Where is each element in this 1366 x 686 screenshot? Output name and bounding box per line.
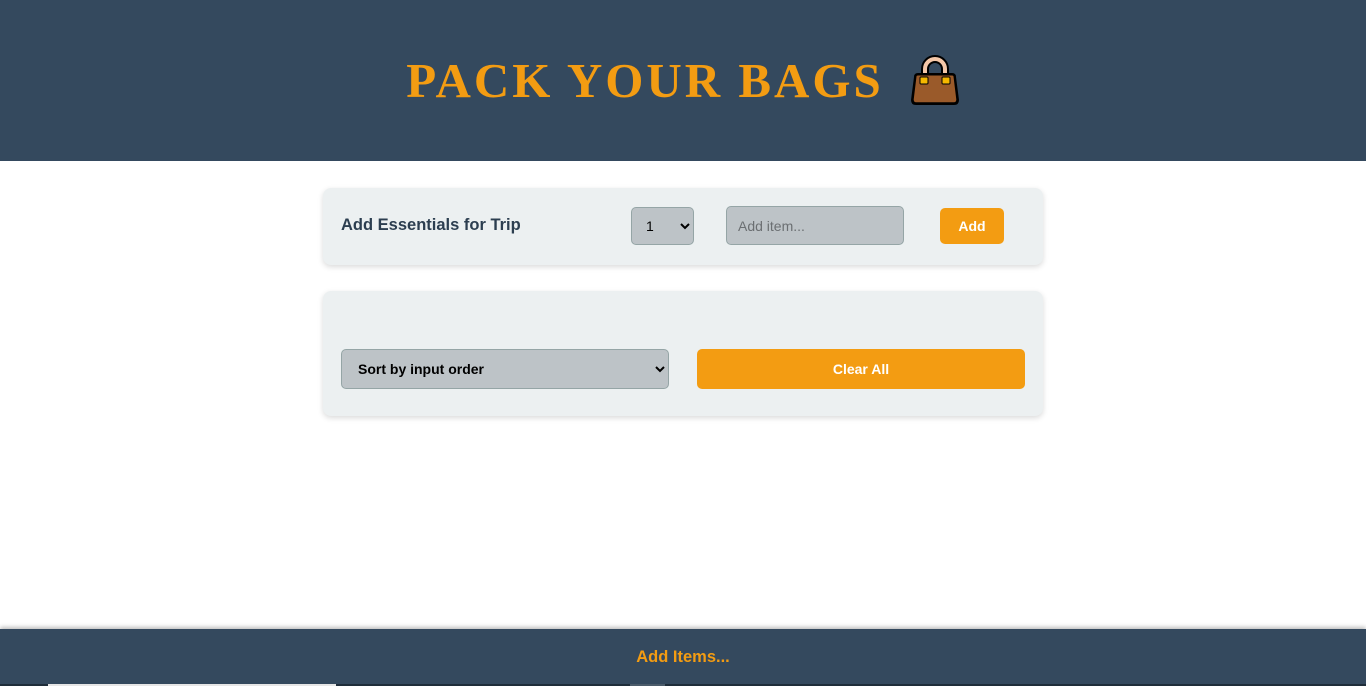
- quantity-select[interactable]: 1: [631, 207, 694, 245]
- page: PACK YOUR BAGS Add Essentials for Trip 1…: [0, 0, 1366, 686]
- handbag-icon: [910, 54, 959, 105]
- clear-all-button[interactable]: Clear All: [697, 349, 1025, 389]
- add-item-form: Add Essentials for Trip 1 Add: [323, 188, 1043, 265]
- add-form-label: Add Essentials for Trip: [341, 216, 521, 234]
- footer-text: Add Items...: [636, 648, 730, 666]
- item-input[interactable]: [726, 206, 904, 245]
- packing-list-panel: Sort by input order Clear All: [323, 291, 1043, 416]
- add-button[interactable]: Add: [940, 208, 1004, 244]
- sort-select[interactable]: Sort by input order: [341, 349, 669, 389]
- app-header: PACK YOUR BAGS: [0, 0, 1366, 161]
- title-wrap: PACK YOUR BAGS: [406, 53, 964, 109]
- stats-footer: Add Items...: [0, 629, 1366, 686]
- page-title: PACK YOUR BAGS: [406, 53, 884, 108]
